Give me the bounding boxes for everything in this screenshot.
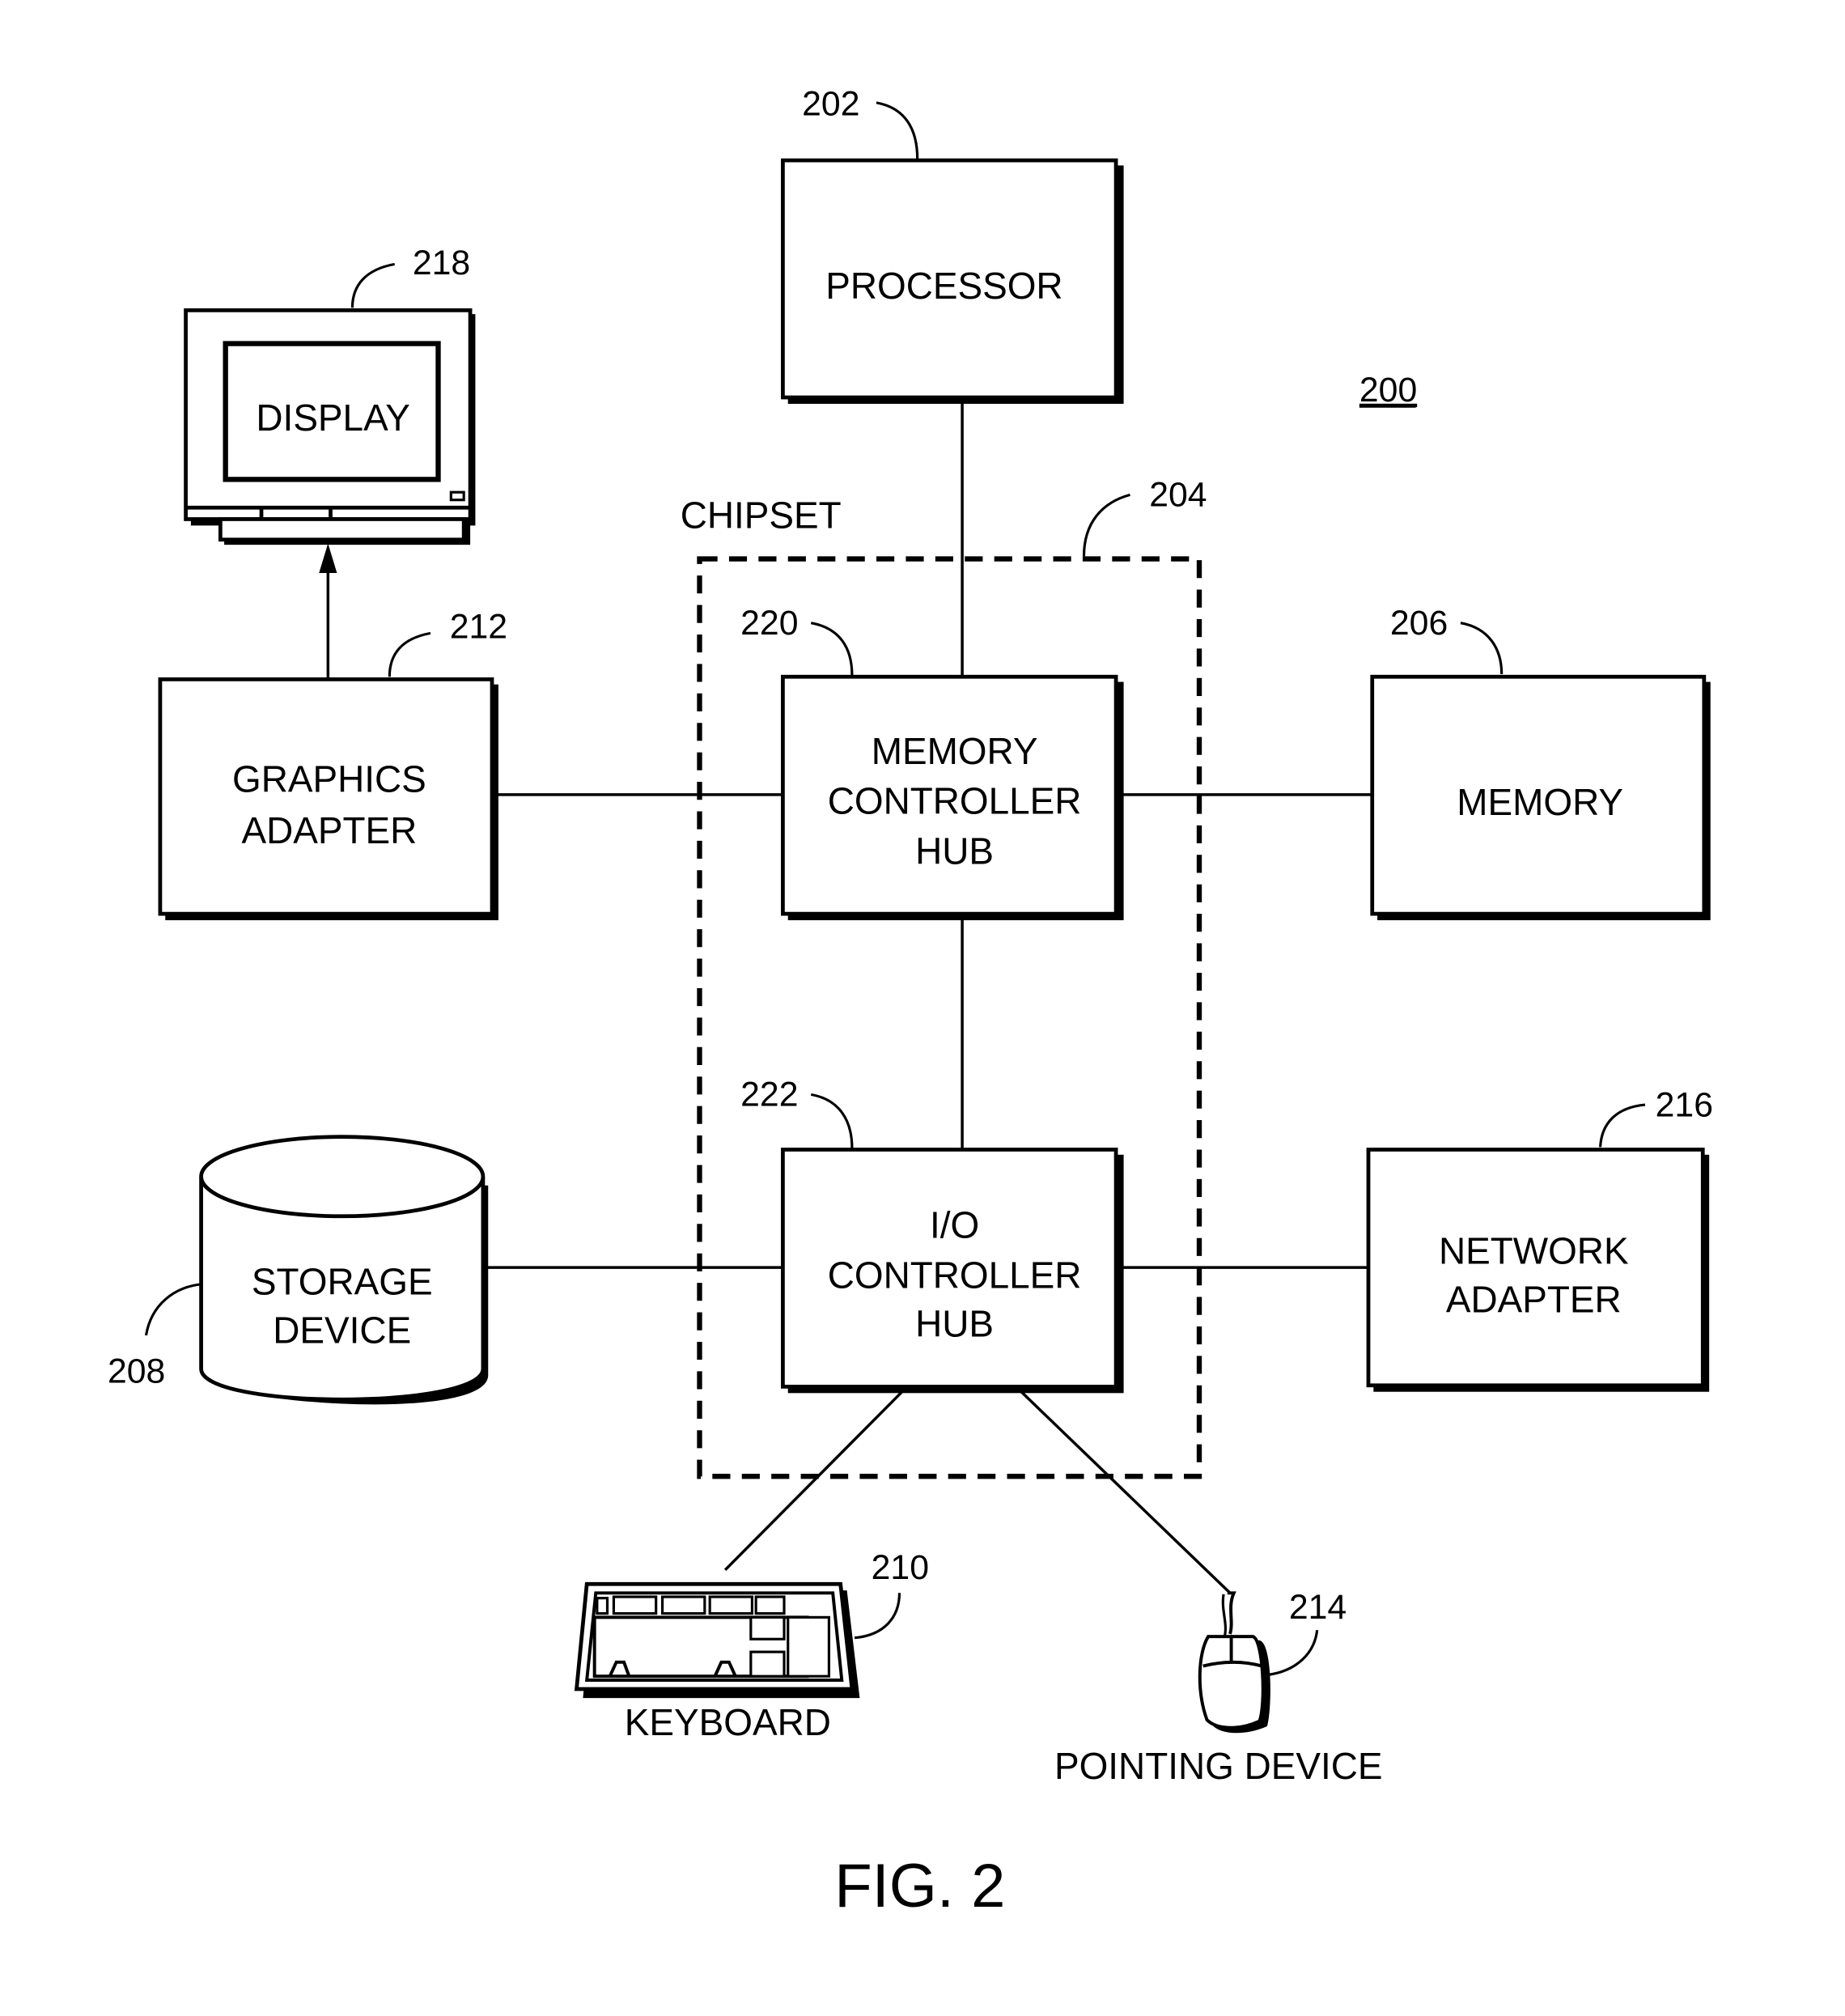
- processor-ref: 202: [802, 85, 859, 124]
- display-ref: 218: [413, 244, 470, 282]
- mch-ref: 220: [740, 604, 798, 643]
- network-adapter-leader: [1599, 1103, 1646, 1148]
- network-adapter-block[interactable]: NETWORK ADAPTER 216: [1366, 1085, 1713, 1392]
- storage-leader: [144, 1283, 203, 1336]
- system-ref: 200: [1359, 371, 1417, 410]
- block-diagram: CHIPSET 204 PROCESSOR 202 200 MEMORY CON…: [108, 85, 1713, 1921]
- graphics-adapter-label-line1: GRAPHICS: [232, 758, 426, 800]
- keyboard-ref: 210: [872, 1548, 929, 1587]
- network-adapter-ref: 216: [1656, 1085, 1713, 1124]
- graphics-adapter-label-line2: ADAPTER: [242, 809, 418, 851]
- mch-label-line3: HUB: [915, 830, 994, 872]
- ioh-ref: 222: [740, 1076, 798, 1114]
- memory-block[interactable]: MEMORY 206: [1370, 604, 1711, 921]
- pointing-device-leader: [1266, 1630, 1319, 1677]
- arrowhead-icon: [319, 543, 337, 573]
- io-controller-hub-block[interactable]: I/O CONTROLLER HUB 222: [740, 1076, 1124, 1394]
- memory-label: MEMORY: [1457, 781, 1623, 823]
- mch-label-line1: MEMORY: [872, 730, 1038, 772]
- processor-block[interactable]: PROCESSOR 202: [781, 85, 1124, 404]
- ioh-label-line2: CONTROLLER: [828, 1254, 1082, 1296]
- display-label: DISPLAY: [256, 397, 410, 439]
- mouse-icon: [1198, 1591, 1270, 1734]
- network-adapter-label-line2: ADAPTER: [1446, 1279, 1622, 1321]
- mch-label-line2: CONTROLLER: [828, 780, 1082, 822]
- mch-leader: [810, 622, 854, 676]
- ioh-leader: [810, 1093, 854, 1148]
- storage-ref: 208: [108, 1352, 165, 1391]
- chipset-ref: 204: [1149, 476, 1207, 515]
- ioh-label-line1: I/O: [930, 1204, 979, 1246]
- chipset-leader: [1082, 493, 1130, 557]
- keyboard-icon: [574, 1581, 860, 1699]
- memory-controller-hub-block[interactable]: MEMORY CONTROLLER HUB 220: [740, 604, 1124, 921]
- graphics-adapter-leader: [388, 631, 431, 677]
- pointing-device-block[interactable]: POINTING DEVICE 214: [1054, 1588, 1383, 1787]
- graphics-adapter-block[interactable]: GRAPHICS ADAPTER 212: [158, 608, 507, 921]
- storage-label-line1: STORAGE: [252, 1260, 433, 1302]
- pointing-device-ref: 214: [1289, 1588, 1347, 1627]
- figure-caption: FIG. 2: [834, 1852, 1005, 1921]
- storage-label-line2: DEVICE: [273, 1309, 411, 1352]
- memory-ref: 206: [1390, 604, 1448, 643]
- display-leader: [350, 262, 395, 308]
- display-block[interactable]: DISPLAY 218: [184, 244, 476, 545]
- keyboard-block[interactable]: KEYBOARD 210: [574, 1548, 929, 1743]
- connections: [319, 400, 1372, 1594]
- processor-leader: [876, 101, 919, 159]
- processor-label: PROCESSOR: [825, 265, 1062, 307]
- storage-device-block[interactable]: STORAGE DEVICE 208: [108, 1135, 489, 1405]
- chipset-label: CHIPSET: [681, 494, 842, 537]
- wire-ioh-keyboard: [723, 1388, 906, 1572]
- memory-leader: [1460, 622, 1504, 675]
- keyboard-label: KEYBOARD: [625, 1701, 831, 1743]
- network-adapter-label-line1: NETWORK: [1439, 1229, 1629, 1271]
- pointing-device-label: POINTING DEVICE: [1054, 1745, 1383, 1787]
- keyboard-leader: [854, 1593, 901, 1640]
- ioh-label-line3: HUB: [915, 1303, 994, 1345]
- graphics-adapter-ref: 212: [450, 608, 507, 647]
